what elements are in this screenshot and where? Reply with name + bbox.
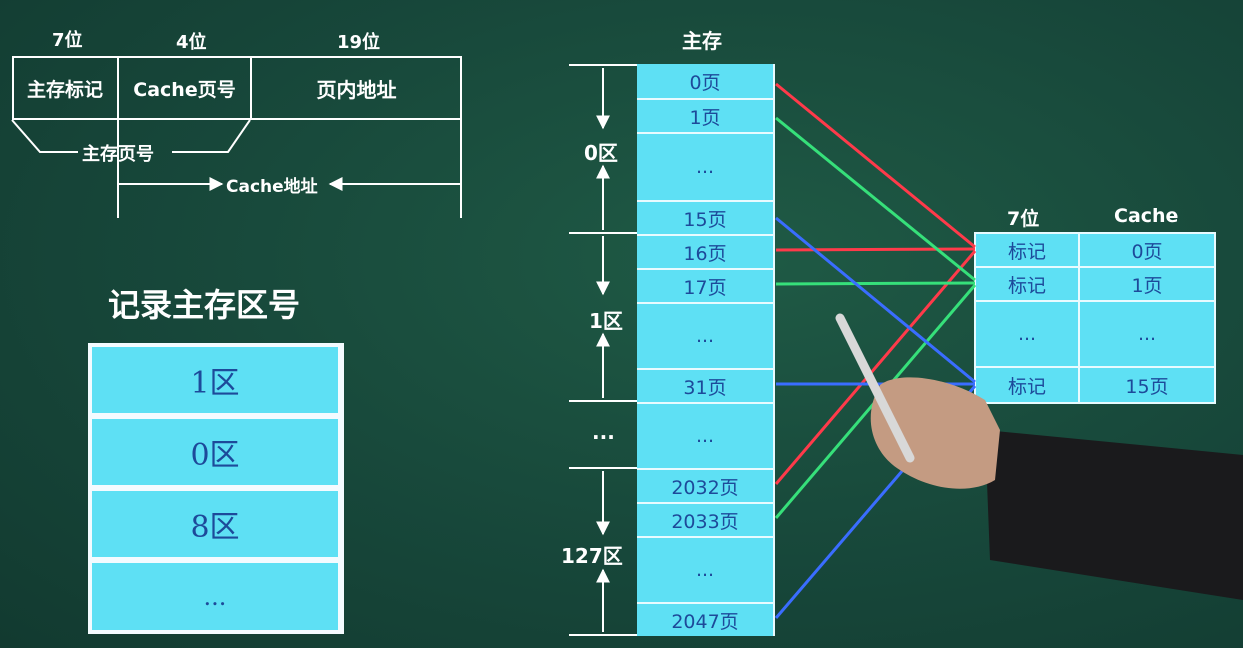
- mapping-lines: [774, 82, 977, 619]
- diagram-lines: [11, 64, 1243, 636]
- presenter-hand: [835, 313, 1243, 600]
- cache-addr-span: [117, 120, 462, 218]
- region-brackets: [569, 64, 637, 636]
- main-page-bracket: [11, 119, 251, 153]
